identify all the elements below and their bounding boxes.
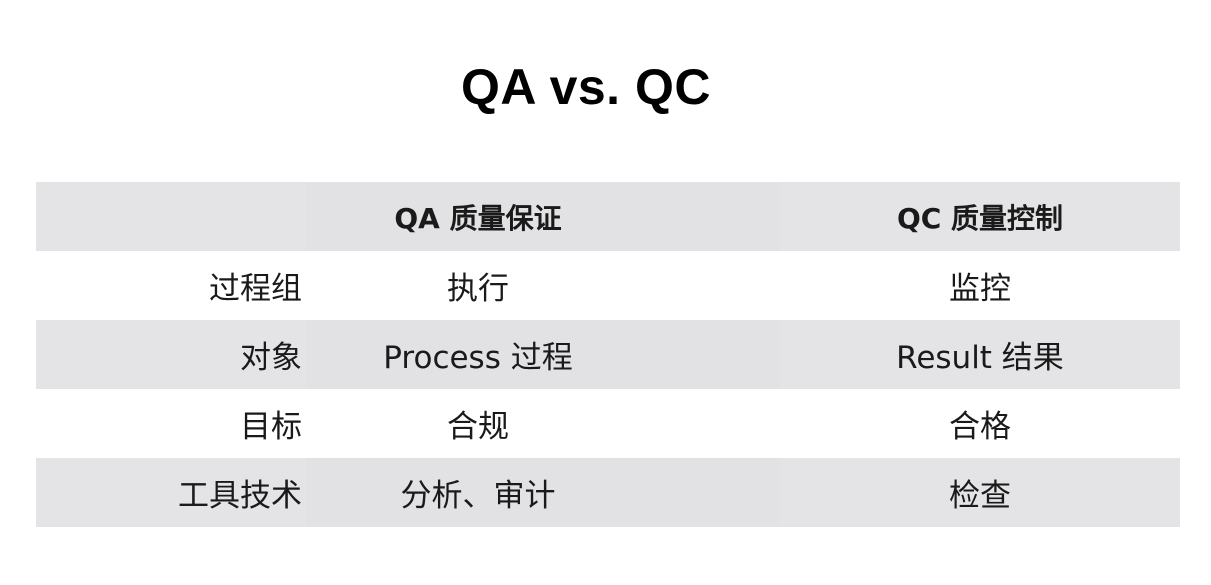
header-label-cell [36,182,306,251]
table-row-object: 对象 Process 过程 Result 结果 [36,320,1180,389]
row-qc-cell: 检查 [780,458,1180,527]
row-qc-cell: 监控 [949,271,1011,307]
header-qa-cell: QA 质量保证 [394,201,562,235]
table-row-goal: 目标 合规 合格 [36,389,1180,458]
table-header-row: QA 质量保证 QC 质量控制 [36,182,1180,251]
row-label-cell: 工具技术 [36,458,306,527]
slide-title: QA vs. QC [461,59,711,115]
table-row-tools: 工具技术 分析、审计 检查 [36,458,1180,527]
header-qc-cell: QC 质量控制 [780,182,1180,251]
row-qa-cell: Process 过程 [383,340,573,376]
row-qa-cell: 执行 [447,271,509,307]
row-label-cell: 对象 [36,320,306,389]
comparison-table: QA 质量保证 QC 质量控制 过程组 执行 监控 对象 Process 过程 … [36,182,1180,527]
row-qa-cell: 合规 [447,409,509,445]
row-qc-cell: 合格 [949,409,1011,445]
row-qa-cell: 分析、审计 [400,478,556,514]
row-label-cell: 过程组 [209,271,302,307]
row-label-cell: 目标 [240,409,302,445]
row-qc-cell: Result 结果 [780,320,1180,389]
table-row-process-group: 过程组 执行 监控 [36,251,1180,320]
